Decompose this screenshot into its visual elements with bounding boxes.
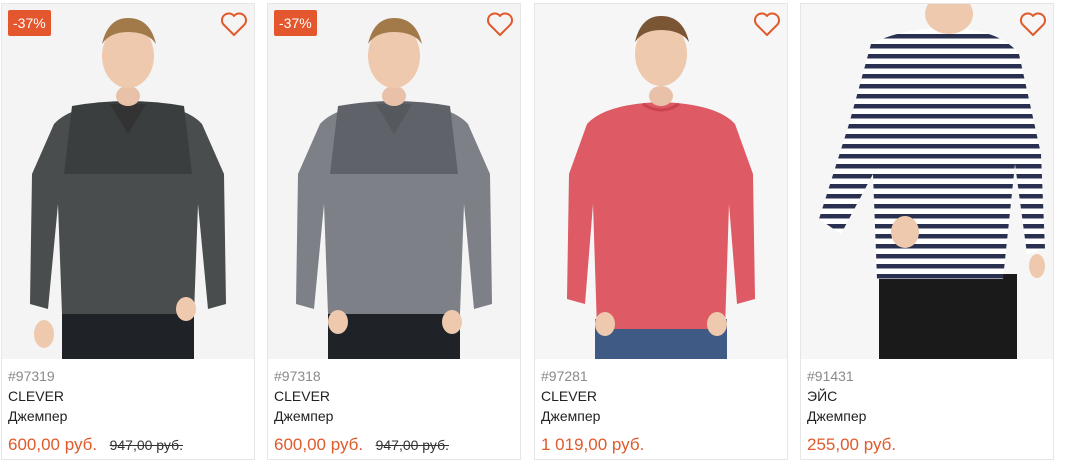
product-sku: #91431 [807, 368, 854, 384]
heart-icon[interactable] [1019, 11, 1047, 37]
discount-badge: -37% [8, 10, 51, 36]
product-brand[interactable]: CLEVER [274, 386, 514, 406]
product-price: 600,00 руб. [8, 435, 98, 454]
heart-icon[interactable] [220, 11, 248, 37]
price-row: 255,00 руб. [807, 434, 1047, 456]
discount-badge: -37% [274, 10, 317, 36]
product-image[interactable] [801, 4, 1053, 359]
product-info: #97281 CLEVER Джемпер 1 019,00 руб. [541, 366, 781, 456]
product-type[interactable]: Джемпер [274, 406, 514, 426]
product-type[interactable]: Джемпер [541, 406, 781, 426]
product-sku: #97318 [274, 368, 321, 384]
heart-icon[interactable] [753, 11, 781, 37]
product-grid: -37% #97319 CLEVER Джемпер 600,00 руб. 9… [0, 0, 1065, 469]
product-type[interactable]: Джемпер [807, 406, 1047, 426]
heart-icon[interactable] [486, 11, 514, 37]
product-sku: #97319 [8, 368, 55, 384]
product-card[interactable]: -37% #97318 CLEVER Джемпер 600,00 руб. 9… [267, 3, 521, 460]
product-brand[interactable]: ЭЙС [807, 386, 1047, 406]
product-sku: #97281 [541, 368, 588, 384]
product-brand[interactable]: CLEVER [8, 386, 248, 406]
price-row: 600,00 руб. 947,00 руб. [274, 434, 514, 456]
product-price: 1 019,00 руб. [541, 435, 645, 454]
product-old-price: 947,00 руб. [109, 437, 183, 453]
product-image[interactable] [2, 4, 254, 359]
product-info: #97318 CLEVER Джемпер 600,00 руб. 947,00… [274, 366, 514, 456]
product-image[interactable] [268, 4, 520, 359]
product-brand[interactable]: CLEVER [541, 386, 781, 406]
price-row: 600,00 руб. 947,00 руб. [8, 434, 248, 456]
product-card[interactable]: -37% #97319 CLEVER Джемпер 600,00 руб. 9… [1, 3, 255, 460]
product-info: #97319 CLEVER Джемпер 600,00 руб. 947,00… [8, 366, 248, 456]
price-row: 1 019,00 руб. [541, 434, 781, 456]
product-price: 255,00 руб. [807, 435, 897, 454]
product-old-price: 947,00 руб. [375, 437, 449, 453]
product-card[interactable]: #91431 ЭЙС Джемпер 255,00 руб. [800, 3, 1054, 460]
product-price: 600,00 руб. [274, 435, 364, 454]
product-type[interactable]: Джемпер [8, 406, 248, 426]
product-card[interactable]: #97281 CLEVER Джемпер 1 019,00 руб. [534, 3, 788, 460]
product-image[interactable] [535, 4, 787, 359]
product-info: #91431 ЭЙС Джемпер 255,00 руб. [807, 366, 1047, 456]
